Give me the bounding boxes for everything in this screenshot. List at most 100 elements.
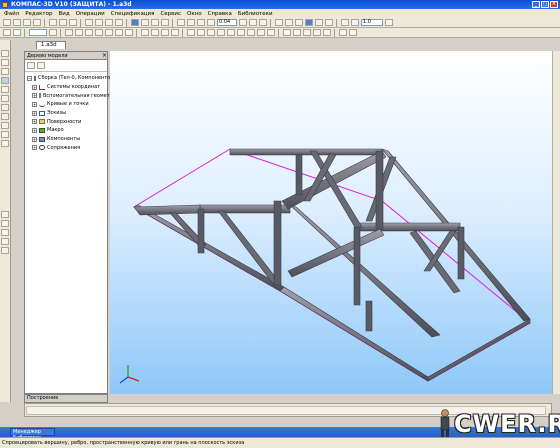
- palette-curves-icon[interactable]: [1, 77, 9, 84]
- menu-operations[interactable]: Операции: [76, 11, 105, 17]
- expand-icon[interactable]: +: [32, 110, 37, 116]
- loft-icon[interactable]: [227, 29, 235, 36]
- variables-icon[interactable]: [151, 19, 159, 26]
- tree-item-curves-points[interactable]: + Кривые и точки: [32, 100, 107, 109]
- palette-filters-icon[interactable]: [1, 122, 9, 129]
- tree-mode-icon[interactable]: [27, 62, 35, 69]
- view-orient-icon[interactable]: [131, 19, 139, 26]
- palette-surfaces-icon[interactable]: [1, 86, 9, 93]
- palette-arrays-icon[interactable]: [1, 95, 9, 102]
- plane-icon[interactable]: [85, 29, 93, 36]
- minimize-button[interactable]: _: [532, 1, 540, 8]
- expand-icon[interactable]: +: [32, 119, 37, 125]
- expand-icon[interactable]: +: [32, 84, 37, 90]
- tree-item-mates[interactable]: + Сопряжения: [32, 144, 107, 153]
- new-icon[interactable]: [3, 19, 11, 26]
- zoom-in-icon[interactable]: [177, 19, 185, 26]
- palette-diagnostics-icon[interactable]: [1, 238, 9, 245]
- fillet-icon[interactable]: [257, 29, 265, 36]
- zoom-out-icon[interactable]: [187, 19, 195, 26]
- snap-icon[interactable]: [385, 19, 393, 26]
- viewport-scrollbar[interactable]: [552, 51, 560, 394]
- grid-icon[interactable]: [341, 19, 349, 26]
- taskbar-library-manager[interactable]: Менеджер Библиотек: [10, 428, 55, 441]
- palette-sketch-icon[interactable]: [1, 59, 9, 66]
- zoom-all-icon[interactable]: [207, 19, 215, 26]
- collapse-icon[interactable]: −: [27, 75, 32, 81]
- sketch-icon[interactable]: [187, 29, 195, 36]
- axis-icon[interactable]: [75, 29, 83, 36]
- undo-icon[interactable]: [85, 19, 93, 26]
- palette-measure-icon[interactable]: [1, 113, 9, 120]
- cut-icon[interactable]: [49, 19, 57, 26]
- menu-help[interactable]: Справка: [208, 11, 232, 17]
- menu-view[interactable]: Вид: [58, 11, 69, 17]
- copy-icon[interactable]: [59, 19, 67, 26]
- section-view-icon[interactable]: [303, 29, 311, 36]
- pointer-icon[interactable]: [3, 29, 11, 36]
- paste-icon[interactable]: [69, 19, 77, 26]
- model-viewport[interactable]: [110, 51, 552, 394]
- document-tab[interactable]: 1.a3d: [36, 41, 66, 49]
- point-icon[interactable]: [65, 29, 73, 36]
- menu-editor[interactable]: Редактор: [25, 11, 52, 17]
- wireframe-icon[interactable]: [275, 19, 283, 26]
- menu-file[interactable]: Файл: [4, 11, 19, 17]
- palette-assembly-icon[interactable]: [1, 229, 9, 236]
- component-icon[interactable]: [95, 29, 103, 36]
- tree-root[interactable]: − Сборка (Тел-0, Компонентов-14: [27, 74, 121, 83]
- palette-operations-icon[interactable]: [1, 68, 9, 75]
- expand-icon[interactable]: +: [32, 93, 37, 99]
- tree-item-macro[interactable]: + Макро: [32, 126, 107, 135]
- rotate-icon[interactable]: [249, 19, 257, 26]
- scale-select[interactable]: 0.04: [217, 19, 237, 26]
- move-icon[interactable]: [141, 29, 149, 36]
- thin-lines-icon[interactable]: [295, 19, 303, 26]
- extrude-icon[interactable]: [197, 29, 205, 36]
- tree-item-sketches[interactable]: + Эскизы: [32, 109, 107, 118]
- redo-icon[interactable]: [95, 19, 103, 26]
- manager-icon[interactable]: [141, 19, 149, 26]
- cut-extrude-icon[interactable]: [237, 29, 245, 36]
- step-select[interactable]: 1.0: [361, 19, 383, 26]
- array-icon[interactable]: [115, 29, 123, 36]
- print-icon[interactable]: [33, 19, 41, 26]
- revolve-icon[interactable]: [207, 29, 215, 36]
- section-icon[interactable]: [351, 19, 359, 26]
- mate-icon[interactable]: [105, 29, 113, 36]
- palette-elements-icon[interactable]: [1, 247, 9, 254]
- pan-icon[interactable]: [239, 19, 247, 26]
- menu-service[interactable]: Сервис: [160, 11, 181, 17]
- spec-icon[interactable]: [323, 29, 331, 36]
- hole-icon[interactable]: [247, 29, 255, 36]
- expand-icon[interactable]: +: [32, 145, 37, 151]
- tree-sort-icon[interactable]: [37, 62, 45, 69]
- shaded-icon[interactable]: [305, 19, 313, 26]
- expand-icon[interactable]: +: [32, 101, 37, 107]
- expand-icon[interactable]: +: [32, 127, 37, 133]
- close-icon[interactable]: ×: [102, 52, 107, 59]
- select-icon[interactable]: [13, 29, 21, 36]
- fix-icon[interactable]: [161, 29, 169, 36]
- palette-spec-icon[interactable]: [1, 131, 9, 138]
- zoom-window-icon[interactable]: [197, 19, 205, 26]
- tree-item-components[interactable]: + Компоненты: [32, 135, 107, 144]
- sweep-icon[interactable]: [217, 29, 225, 36]
- rotate-component-icon[interactable]: [151, 29, 159, 36]
- menu-libraries[interactable]: Библиотеки: [238, 11, 273, 17]
- maximize-button[interactable]: □: [541, 1, 549, 8]
- collision-icon[interactable]: [171, 29, 179, 36]
- filter-icon[interactable]: [49, 29, 57, 36]
- shaded-edges-icon[interactable]: [315, 19, 323, 26]
- tree-item-surfaces[interactable]: + Поверхности: [32, 117, 107, 126]
- palette-reports-icon[interactable]: [1, 140, 9, 147]
- macro-icon[interactable]: [339, 29, 347, 36]
- hidden-lines-icon[interactable]: [285, 19, 293, 26]
- mass-icon[interactable]: [293, 29, 301, 36]
- library-icon[interactable]: [161, 19, 169, 26]
- save-icon[interactable]: [23, 19, 31, 26]
- close-button[interactable]: ×: [550, 1, 558, 8]
- palette-geometry-icon[interactable]: [1, 50, 9, 57]
- explode-icon[interactable]: [313, 29, 321, 36]
- palette-auxiliary-icon[interactable]: [1, 104, 9, 111]
